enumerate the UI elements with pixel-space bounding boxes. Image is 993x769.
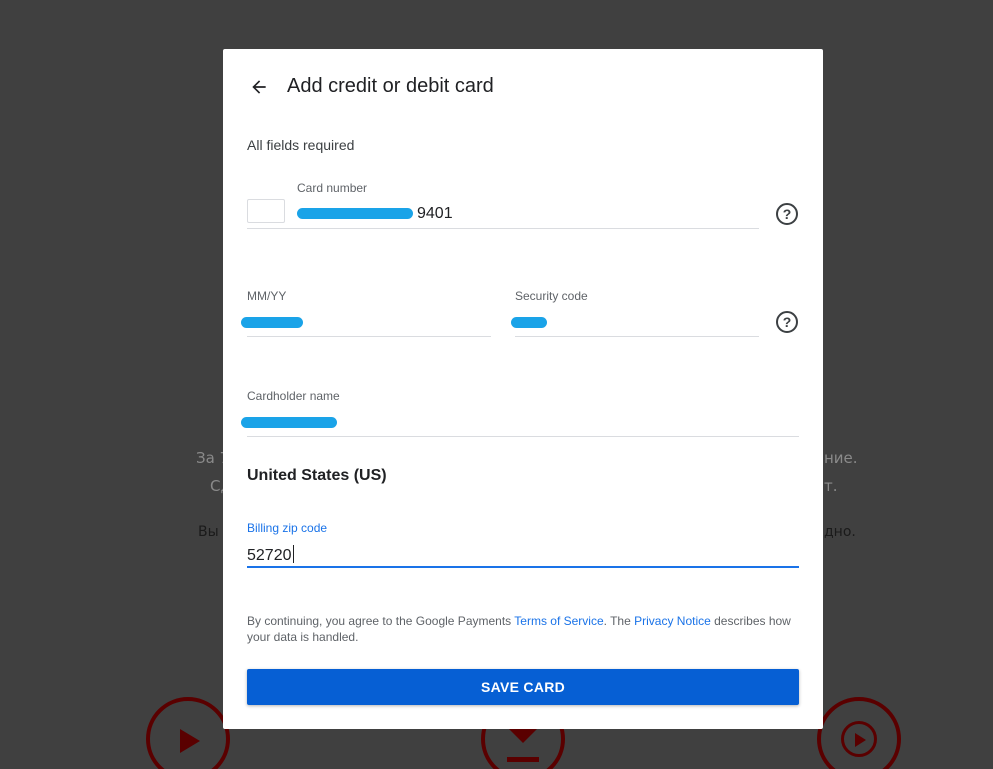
card-brand-icon bbox=[247, 199, 285, 223]
terms-of-service-link[interactable]: Terms of Service bbox=[514, 614, 603, 628]
zip-underline bbox=[247, 566, 799, 568]
background-text: дно. bbox=[824, 524, 856, 540]
redaction-mark bbox=[241, 317, 303, 328]
privacy-notice-link[interactable]: Privacy Notice bbox=[634, 614, 711, 628]
redaction-mark bbox=[241, 417, 337, 428]
card-number-suffix: 9401 bbox=[417, 205, 453, 222]
terms-prefix: By continuing, you agree to the Google P… bbox=[247, 614, 515, 628]
card-number-underline bbox=[247, 228, 759, 229]
add-card-dialog: Add credit or debit card All fields requ… bbox=[223, 49, 823, 729]
redaction-mark bbox=[297, 208, 413, 219]
expiry-underline bbox=[247, 336, 491, 337]
back-button[interactable] bbox=[245, 73, 273, 101]
zip-value-wrapper: 52720 bbox=[247, 545, 294, 565]
background-music-icon bbox=[817, 697, 901, 769]
background-text: ние. bbox=[824, 449, 858, 467]
cardholder-label: Cardholder name bbox=[247, 389, 340, 403]
arrow-back-icon bbox=[252, 80, 266, 94]
background-play-icon bbox=[146, 697, 230, 769]
security-code-label: Security code bbox=[515, 289, 588, 303]
zip-label: Billing zip code bbox=[247, 521, 328, 535]
background-text: Вы bbox=[198, 524, 219, 540]
country-label: United States (US) bbox=[247, 467, 387, 484]
expiry-label: MM/YY bbox=[247, 289, 287, 303]
required-note: All fields required bbox=[247, 137, 355, 153]
save-card-button[interactable]: SAVE CARD bbox=[247, 669, 799, 705]
help-circle-icon[interactable]: ? bbox=[776, 203, 798, 225]
security-code-underline bbox=[515, 336, 759, 337]
background-text: т. bbox=[824, 477, 838, 495]
redaction-mark bbox=[511, 317, 547, 328]
terms-middle: . The bbox=[603, 614, 635, 628]
terms-text: By continuing, you agree to the Google P… bbox=[247, 613, 799, 645]
dialog-title: Add credit or debit card bbox=[287, 75, 494, 97]
card-number-label: Card number bbox=[297, 181, 368, 195]
cardholder-underline bbox=[247, 436, 799, 437]
help-circle-icon[interactable]: ? bbox=[776, 311, 798, 333]
text-caret bbox=[292, 545, 294, 563]
zip-value: 52720 bbox=[247, 547, 292, 564]
